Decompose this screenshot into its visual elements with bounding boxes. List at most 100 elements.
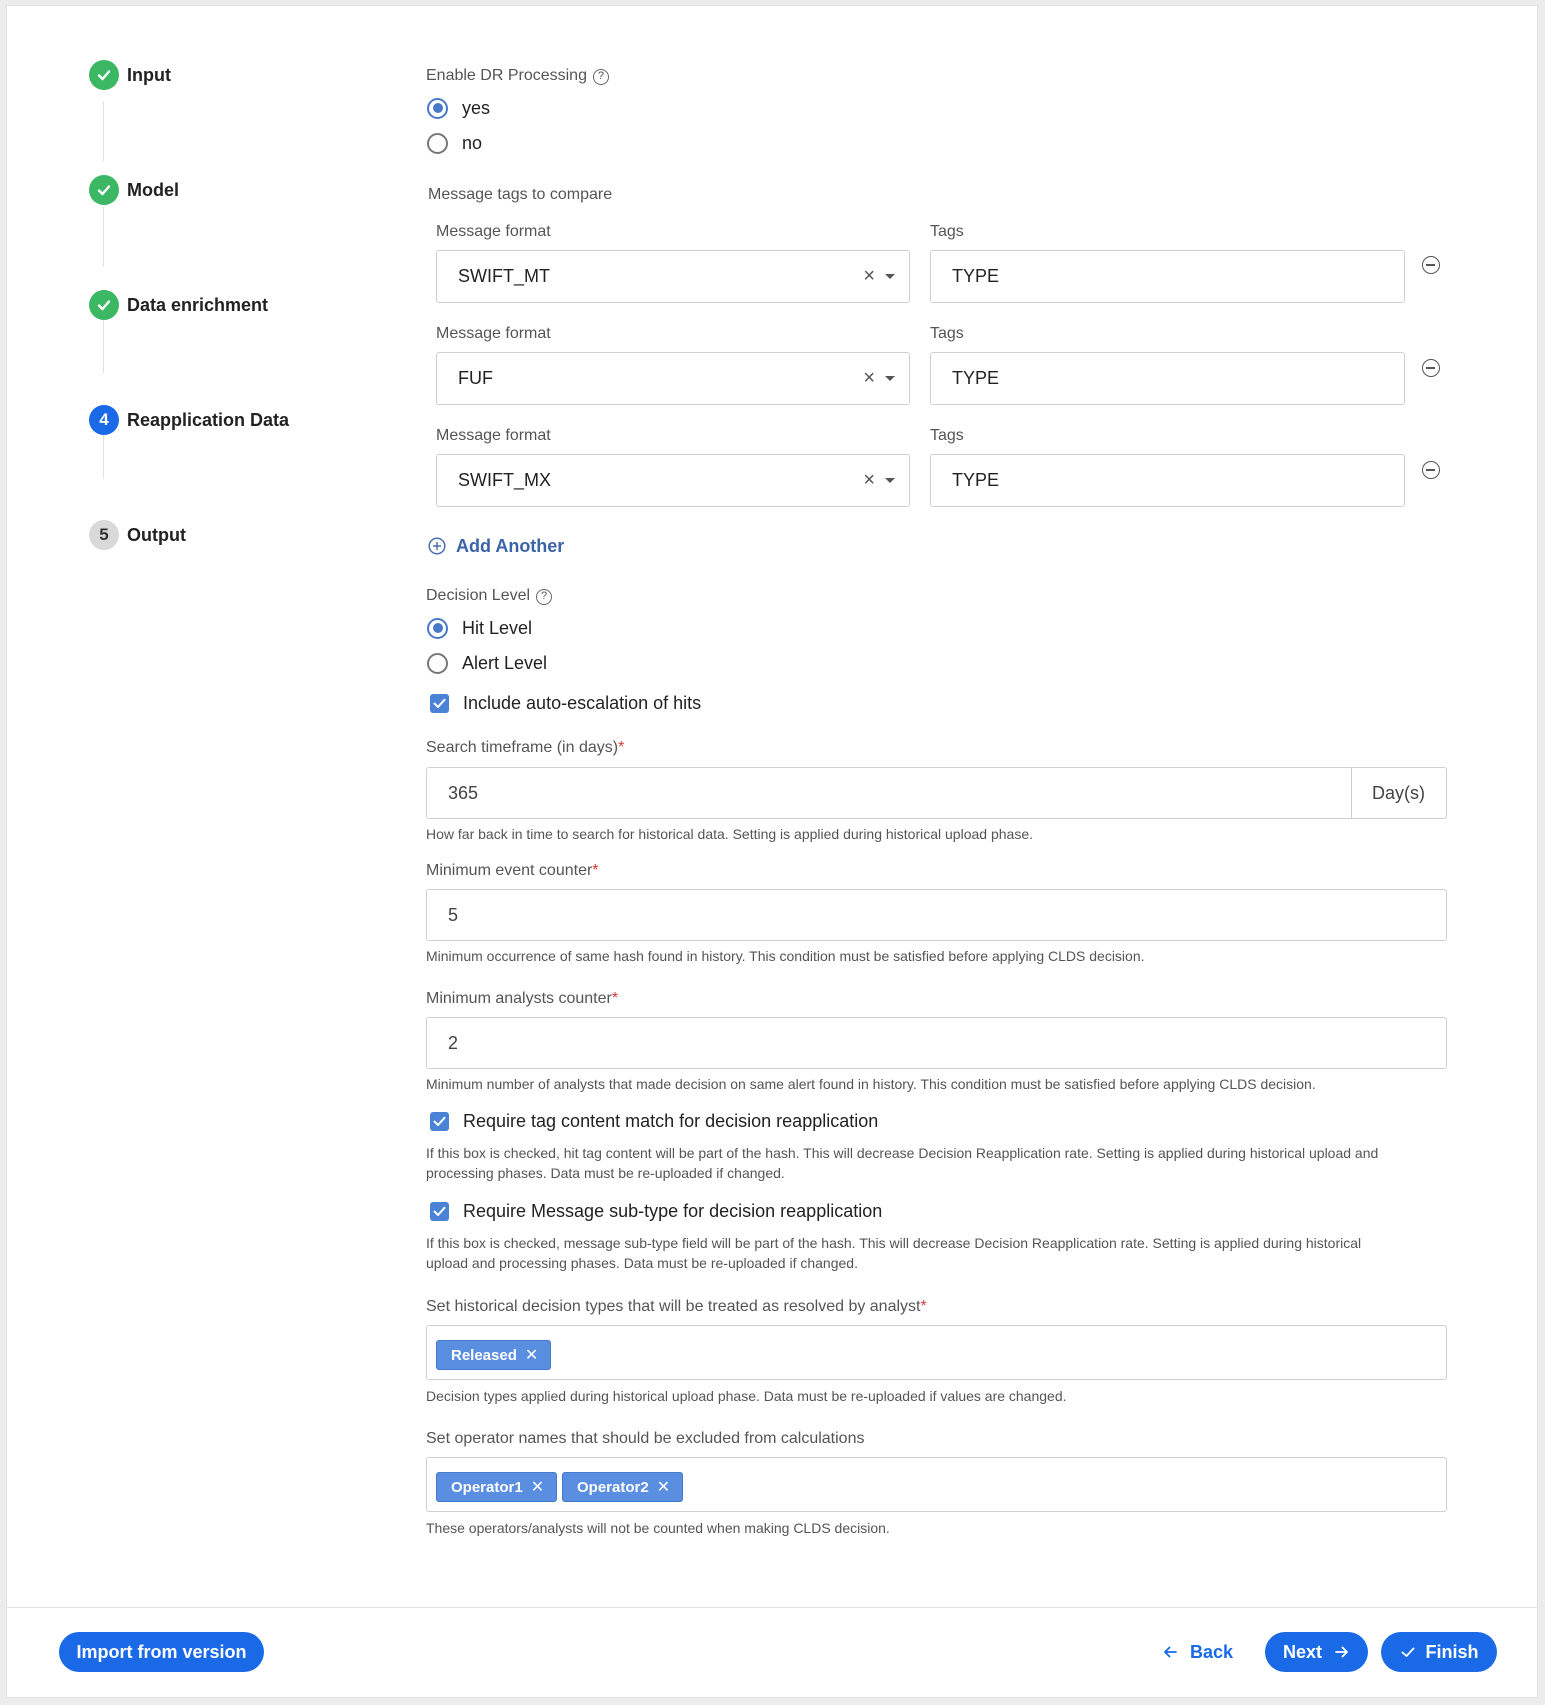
decision-types-label: Set historical decision types that will … (426, 1298, 927, 1316)
select-value: FUF (458, 368, 493, 388)
tags-label: Tags (930, 325, 964, 342)
add-another-label: Add Another (456, 535, 565, 556)
message-format-select[interactable]: SWIFT_MT × (436, 250, 910, 303)
check-icon (89, 290, 119, 320)
radio-label: Alert Level (462, 652, 548, 673)
radio-label: yes (462, 97, 491, 118)
chevron-down-icon[interactable] (885, 274, 895, 279)
radio-alert-level[interactable]: Alert Level (427, 651, 547, 675)
search-timeframe-label: Search timeframe (in days)* (426, 739, 624, 757)
radio-indicator[interactable] (427, 652, 448, 674)
step-data-enrichment[interactable]: Data enrichment (89, 289, 268, 321)
message-format-select[interactable]: SWIFT_MX × (436, 454, 910, 507)
message-format-select[interactable]: FUF × (436, 352, 910, 405)
step-reapplication-data[interactable]: 4 Reapplication Data (89, 404, 289, 436)
next-button[interactable]: Next (1265, 1632, 1368, 1672)
tags-input[interactable]: TYPE (930, 352, 1405, 405)
message-subtype-help: If this box is checked, message sub-type… (426, 1235, 1362, 1251)
tags-input[interactable]: TYPE (930, 250, 1405, 303)
checkbox-label: Require Message sub-type for decision re… (463, 1200, 883, 1221)
input-value: 365 (448, 782, 479, 803)
checkbox-checked-icon[interactable] (430, 1201, 449, 1221)
step-number: 5 (89, 520, 119, 550)
step-label: Model (127, 179, 179, 200)
required-asterisk: * (920, 1298, 927, 1315)
step-connector (103, 207, 104, 267)
min-analysts-counter-input[interactable]: 2 (426, 1017, 1447, 1069)
input-value: 5 (448, 904, 459, 925)
required-asterisk: * (618, 739, 625, 756)
radio-indicator[interactable] (427, 132, 448, 154)
message-format-label: Message format (436, 223, 551, 240)
min-event-counter-input[interactable]: 5 (426, 889, 1447, 941)
chip-operator2[interactable]: Operator2 ✕ (562, 1472, 684, 1502)
close-icon[interactable]: ✕ (657, 1477, 670, 1497)
clear-icon[interactable]: × (863, 469, 875, 492)
close-icon[interactable]: ✕ (531, 1477, 544, 1497)
tags-label: Tags (930, 427, 964, 444)
radio-dr-yes[interactable]: yes (427, 96, 490, 120)
message-format-label: Message format (436, 427, 551, 444)
step-output[interactable]: 5 Output (89, 519, 186, 551)
search-timeframe-help: How far back in time to search for histo… (426, 826, 1033, 842)
decision-level-label-text: Decision Level (426, 587, 531, 604)
step-input[interactable]: Input (89, 59, 171, 91)
help-icon[interactable]: ? (592, 69, 609, 85)
check-icon (1401, 1647, 1414, 1657)
next-label: Next (1282, 1641, 1322, 1662)
message-subtype-help: upload and processing phases. Data must … (426, 1255, 858, 1271)
chip-label: Operator1 (451, 1478, 523, 1496)
dr-processing-label-text: Enable DR Processing (426, 67, 587, 84)
back-button[interactable]: Back (1162, 1632, 1233, 1672)
clear-icon[interactable]: × (863, 367, 875, 390)
checkbox-checked-icon[interactable] (430, 1111, 449, 1131)
search-timeframe-input[interactable]: 365 Day(s) (426, 767, 1447, 819)
chip-released[interactable]: Released ✕ (436, 1340, 552, 1370)
decision-types-multiselect[interactable] (426, 1325, 1447, 1380)
step-label: Reapplication Data (127, 409, 290, 430)
remove-row-icon[interactable] (1422, 256, 1440, 274)
help-icon[interactable]: ? (536, 589, 553, 605)
check-icon (89, 60, 119, 90)
add-another-button[interactable]: Add Another (428, 534, 564, 558)
step-connector (103, 313, 104, 373)
arrow-left-icon (1164, 1646, 1177, 1658)
chip-operator1[interactable]: Operator1 ✕ (436, 1472, 558, 1502)
radio-label: Hit Level (462, 617, 533, 638)
tag-content-match-help: If this box is checked, hit tag content … (426, 1145, 1379, 1161)
input-value: 2 (448, 1032, 459, 1053)
radio-hit-level[interactable]: Hit Level (427, 616, 532, 640)
tags-value: TYPE (952, 470, 1000, 490)
tags-input[interactable]: TYPE (930, 454, 1405, 507)
remove-row-icon[interactable] (1422, 461, 1440, 479)
checkbox-checked-icon[interactable] (430, 693, 449, 713)
step-number: 4 (89, 405, 119, 435)
required-asterisk: * (611, 990, 619, 1007)
close-icon[interactable]: ✕ (525, 1345, 538, 1365)
auto-escalation-checkbox[interactable]: Include auto-escalation of hits (430, 692, 701, 714)
radio-indicator[interactable] (427, 617, 448, 639)
days-suffix: Day(s) (1351, 768, 1446, 818)
radio-dr-no[interactable]: no (427, 131, 482, 155)
chevron-down-icon[interactable] (885, 478, 895, 483)
radio-indicator[interactable] (427, 97, 448, 119)
excluded-operators-help: These operators/analysts will not be cou… (426, 1520, 890, 1536)
arrow-right-icon (1335, 1646, 1348, 1658)
import-from-version-button[interactable]: Import from version (59, 1632, 264, 1672)
tag-content-match-checkbox[interactable]: Require tag content match for decision r… (430, 1110, 878, 1132)
tags-value: TYPE (952, 266, 1000, 286)
decision-types-label-text: Set historical decision types that will … (426, 1298, 921, 1315)
search-timeframe-label-text: Search timeframe (in days) (426, 739, 619, 756)
remove-row-icon[interactable] (1422, 359, 1440, 377)
chevron-down-icon[interactable] (885, 376, 895, 381)
finish-button[interactable]: Finish (1381, 1632, 1497, 1672)
message-subtype-checkbox[interactable]: Require Message sub-type for decision re… (430, 1200, 882, 1222)
tags-value: TYPE (952, 368, 1000, 388)
message-tags-label: Message tags to compare (428, 186, 613, 203)
step-model[interactable]: Model (89, 174, 179, 206)
chip-label: Released (451, 1346, 517, 1364)
step-label: Input (127, 64, 171, 85)
decision-level-label: Decision Level? (426, 587, 553, 605)
clear-icon[interactable]: × (863, 265, 875, 288)
check-icon (89, 175, 119, 205)
